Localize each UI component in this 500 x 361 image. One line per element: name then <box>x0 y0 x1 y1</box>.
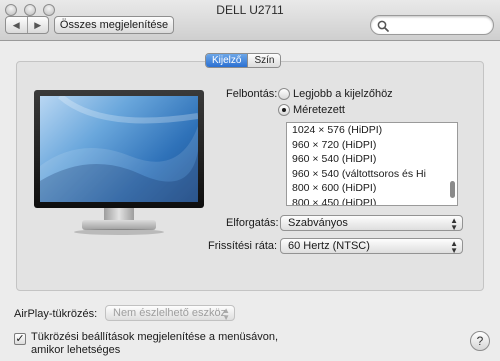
monitor-shadow <box>74 229 164 235</box>
resolution-label: Felbontás: <box>226 88 278 100</box>
back-button[interactable]: ◀ <box>6 17 27 33</box>
rotation-value: Szabványos <box>288 217 348 229</box>
resolution-option[interactable]: 1024 × 576 (HiDPI) <box>287 123 457 138</box>
back-arrow-icon: ◀ <box>12 19 20 30</box>
refresh-rate-label: Frissítési ráta: <box>208 240 278 252</box>
airplay-value: Nem észlelhető eszköz <box>113 307 227 319</box>
list-scroll-thumb[interactable] <box>450 181 455 198</box>
best-for-display-label[interactable]: Legjobb a kijelzőhöz <box>293 88 393 100</box>
checkmark-icon: ✓ <box>15 333 25 345</box>
popup-arrows-icon: ▲ ▼ <box>222 306 230 322</box>
rotation-popup[interactable]: Szabványos ▲ ▼ <box>280 215 463 232</box>
mirroring-menu-checkbox[interactable]: ✓ <box>14 333 26 345</box>
scaled-label[interactable]: Méretezett <box>293 104 345 116</box>
question-mark-icon: ? <box>476 334 484 348</box>
search-icon <box>377 20 389 32</box>
refresh-rate-popup[interactable]: 60 Hertz (NTSC) ▲ ▼ <box>280 238 463 255</box>
monitor-bezel <box>34 90 204 208</box>
navigation-buttons: ◀ ▶ <box>5 16 49 34</box>
search-field[interactable] <box>370 15 494 35</box>
forward-button[interactable]: ▶ <box>26 17 49 33</box>
resolution-option[interactable]: 960 × 720 (HiDPI) <box>287 138 457 153</box>
resolution-option[interactable]: 960 × 540 (HiDPI) <box>287 152 457 167</box>
rotation-label: Elforgatás: <box>226 217 279 229</box>
list-scrollbar[interactable] <box>448 123 457 205</box>
resolution-option[interactable]: 960 × 540 (váltottsoros és Hi <box>287 167 457 182</box>
popup-arrows-icon: ▲ ▼ <box>450 216 458 232</box>
popup-arrows-icon: ▲ ▼ <box>450 239 458 255</box>
forward-arrow-icon: ▶ <box>34 19 42 30</box>
mirroring-option-line2[interactable]: amikor lehetséges <box>31 344 120 356</box>
refresh-rate-value: 60 Hertz (NTSC) <box>288 240 370 252</box>
tab-display[interactable]: Kijelző <box>206 54 248 67</box>
help-button[interactable]: ? <box>470 331 490 351</box>
mirroring-option-line1[interactable]: Tükrözési beállítások megjelenítése a me… <box>31 331 278 343</box>
airplay-label: AirPlay-tükrözés: <box>14 308 98 320</box>
resolution-option[interactable]: 800 × 450 (HiDPI) <box>287 196 457 206</box>
monitor-illustration <box>34 90 204 237</box>
tab-color[interactable]: Szín <box>247 54 281 67</box>
resolution-option[interactable]: 800 × 600 (HiDPI) <box>287 181 457 196</box>
best-for-display-radio[interactable] <box>278 88 290 100</box>
airplay-popup[interactable]: Nem észlelhető eszköz ▲ ▼ <box>105 305 235 322</box>
monitor-screen <box>40 96 198 202</box>
resolution-list[interactable]: 1024 × 576 (HiDPI) 960 × 720 (HiDPI) 960… <box>286 122 458 206</box>
tab-bar: Kijelző Szín <box>205 53 282 68</box>
show-all-button[interactable]: Összes megjelenítése <box>54 16 174 34</box>
wallpaper-waves <box>40 96 198 202</box>
scaled-radio[interactable] <box>278 104 290 116</box>
window-toolbar: DELL U2711 ◀ ▶ Összes megjelenítése <box>0 0 500 41</box>
